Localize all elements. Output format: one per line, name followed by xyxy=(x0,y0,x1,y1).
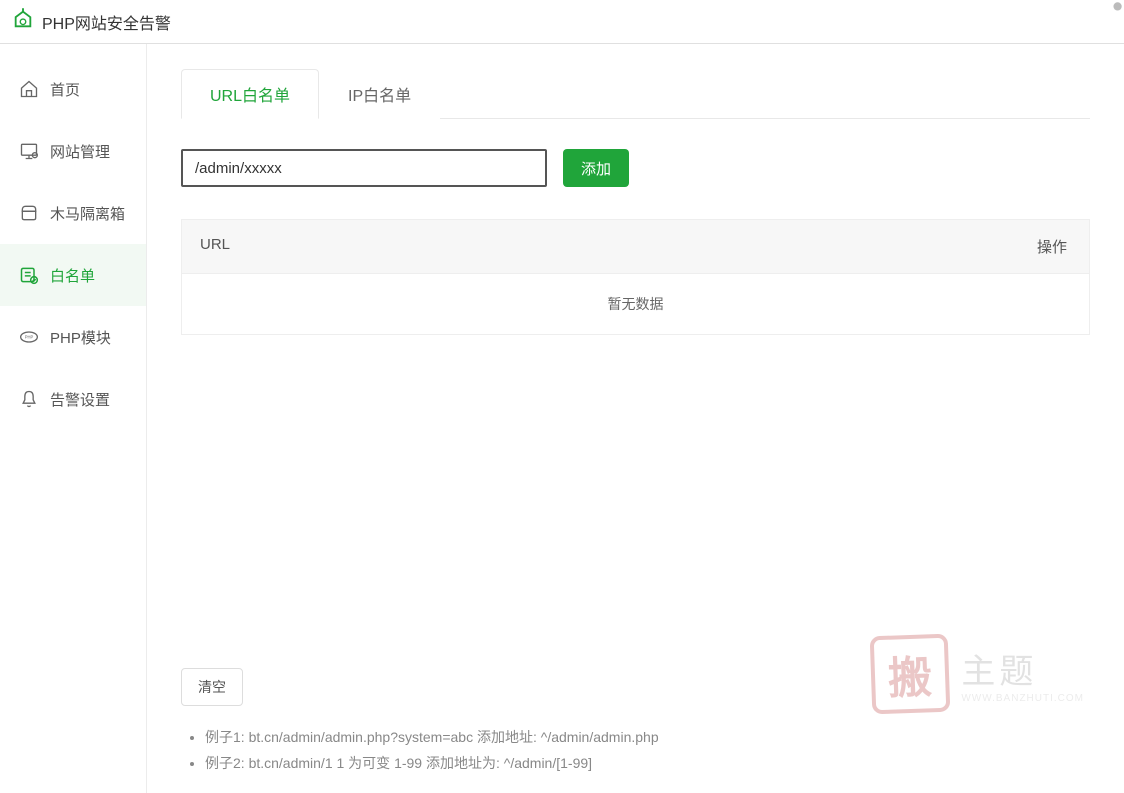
table-empty-text: 暂无数据 xyxy=(182,274,1089,334)
whitelist-icon xyxy=(18,264,40,286)
app-logo-icon xyxy=(12,8,34,35)
hints-list: 例子1: bt.cn/admin/admin.php?system=abc 添加… xyxy=(181,724,1090,777)
bell-icon xyxy=(18,388,40,410)
sidebar-nav: 首页 网站管理 木马隔离箱 白名单 PHP PHP模块 告警设置 xyxy=(0,44,147,793)
add-url-row: 添加 xyxy=(181,149,1090,187)
corner-badge-icon xyxy=(1102,0,1124,22)
column-url: URL xyxy=(182,220,1009,273)
tab-ip-whitelist[interactable]: IP白名单 xyxy=(319,69,440,119)
sidebar-item-php-module[interactable]: PHP PHP模块 xyxy=(0,306,146,368)
app-header: PHP网站安全告警 xyxy=(0,0,1124,44)
column-action: 操作 xyxy=(1009,220,1089,273)
home-icon xyxy=(18,78,40,100)
main-content: URL白名单 IP白名单 添加 URL 操作 暂无数据 清空 例子1: bt.c… xyxy=(147,44,1124,793)
hint-item: 例子1: bt.cn/admin/admin.php?system=abc 添加… xyxy=(205,724,1090,751)
hint-item: 例子2: bt.cn/admin/1 1 为可变 1-99 添加地址为: ^/a… xyxy=(205,750,1090,777)
footer-area: 清空 例子1: bt.cn/admin/admin.php?system=abc… xyxy=(181,668,1090,777)
tabs: URL白名单 IP白名单 xyxy=(181,68,1090,119)
table-header: URL 操作 xyxy=(182,220,1089,274)
tab-url-whitelist[interactable]: URL白名单 xyxy=(181,69,319,119)
url-input[interactable] xyxy=(181,149,547,187)
sidebar-item-label: 木马隔离箱 xyxy=(50,203,125,224)
url-table: URL 操作 暂无数据 xyxy=(181,219,1090,335)
sidebar-item-label: 首页 xyxy=(50,79,80,100)
php-icon: PHP xyxy=(18,326,40,348)
sidebar-item-site-management[interactable]: 网站管理 xyxy=(0,120,146,182)
sidebar-item-label: 白名单 xyxy=(50,265,95,286)
sidebar-item-quarantine[interactable]: 木马隔离箱 xyxy=(0,182,146,244)
clear-button[interactable]: 清空 xyxy=(181,668,243,706)
sidebar-item-label: 告警设置 xyxy=(50,389,110,410)
quarantine-icon xyxy=(18,202,40,224)
add-button[interactable]: 添加 xyxy=(563,149,629,187)
sidebar-item-whitelist[interactable]: 白名单 xyxy=(0,244,146,306)
sidebar-item-label: PHP模块 xyxy=(50,327,111,348)
monitor-icon xyxy=(18,140,40,162)
sidebar-item-label: 网站管理 xyxy=(50,141,110,162)
sidebar-item-home[interactable]: 首页 xyxy=(0,58,146,120)
svg-text:PHP: PHP xyxy=(25,335,34,340)
sidebar-item-alert-settings[interactable]: 告警设置 xyxy=(0,368,146,430)
app-title: PHP网站安全告警 xyxy=(42,10,171,34)
